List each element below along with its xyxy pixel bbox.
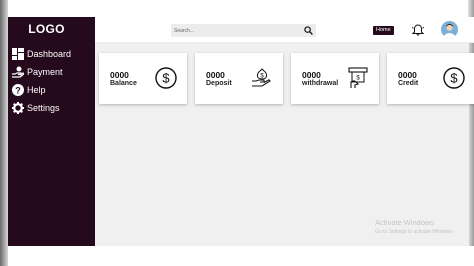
money-hand-icon: $ [252,68,271,87]
sidebar-item-dashboard[interactable]: Dashboard [12,45,71,63]
card-deposit[interactable]: 0000 Deposit $ [195,53,283,104]
sidebar-menu: Dashboard Payment ? Help Settings [12,45,71,117]
search-box [171,24,316,37]
card-value: 0000 [398,70,417,80]
bottom-strip [95,246,474,266]
activate-windows-watermark: Activate Windows Go to Settings to activ… [375,218,454,235]
card-withdrawal[interactable]: 0000 withdrawal $ [291,53,379,104]
main-content: 0000 Balance $ 0000 Deposit $ 0000 withd… [95,43,474,246]
payment-icon [12,66,24,78]
card-value: 0000 [302,70,321,80]
svg-text:$: $ [162,71,170,86]
help-icon: ? [12,84,24,96]
card-value: 0000 [206,70,225,80]
dollar-circle-icon: $ [155,67,177,89]
sidebar: LOGO Dashboard Payment ? Help Settings [8,17,95,246]
sidebar-item-label: Payment [27,67,63,77]
card-value: 0000 [110,70,129,80]
card-label: Credit [398,80,419,87]
sidebar-item-payment[interactable]: Payment [12,63,71,81]
card-credit[interactable]: 0000 Credit $ [387,53,474,104]
sidebar-item-settings[interactable]: Settings [12,99,71,117]
sidebar-item-label: Settings [27,103,60,113]
card-balance[interactable]: 0000 Balance $ [99,53,187,104]
svg-text:?: ? [15,85,21,95]
home-button[interactable]: Home [373,26,394,35]
watermark-subtitle: Go to Settings to activate Windows. [375,229,454,235]
card-label: Deposit [206,80,232,87]
dashboard-icon [12,48,24,60]
sidebar-item-label: Dashboard [27,49,72,59]
search-input[interactable] [174,24,294,37]
avatar[interactable] [441,21,458,38]
search-icon[interactable] [304,26,313,35]
watermark-title: Activate Windows [375,218,435,227]
sidebar-item-help[interactable]: ? Help [12,81,71,99]
dollar-circle-icon: $ [443,67,465,89]
card-label: Balance [110,80,137,87]
gear-icon [12,102,24,114]
left-edge-shadow [0,0,8,266]
card-label: withdrawal [302,80,339,87]
atm-withdrawal-icon: $ [348,67,368,88]
top-bar: Home [95,17,474,43]
logo: LOGO [28,22,65,36]
svg-text:$: $ [356,76,360,82]
bell-icon[interactable] [412,24,424,36]
svg-text:$: $ [450,71,458,86]
sidebar-item-label: Help [27,85,46,95]
